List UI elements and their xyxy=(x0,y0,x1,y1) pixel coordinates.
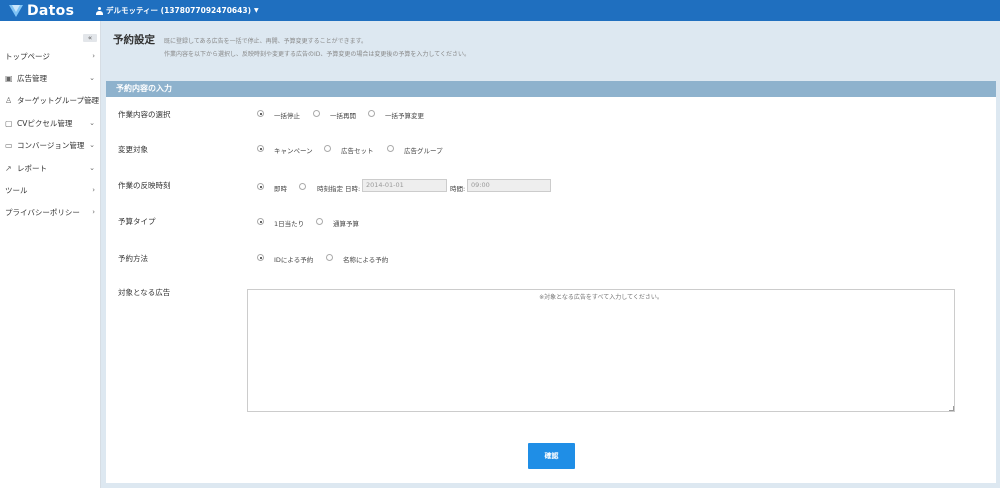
target-radio-campaign[interactable] xyxy=(257,145,264,152)
sidebar-item-top[interactable]: トップページ › xyxy=(0,45,101,67)
page-title: 予約設定 xyxy=(113,34,155,46)
pixel-icon: ▢ xyxy=(5,118,13,128)
chevron-right-icon: › xyxy=(92,52,95,60)
sidebar-item-label: レポート xyxy=(17,163,47,173)
sidebar-item-label: CVピクセル管理 xyxy=(17,118,73,128)
confirm-button[interactable]: 確認 xyxy=(528,443,575,469)
sidebar-item-label: 広告管理 xyxy=(17,73,47,83)
date-input[interactable]: 2014-01-01 xyxy=(362,179,447,192)
target-radio-adgroup[interactable] xyxy=(387,145,394,152)
chevron-down-icon: ⌄ xyxy=(89,119,95,127)
method-option-id[interactable]: IDによる予約 xyxy=(274,254,313,264)
resize-handle-icon[interactable] xyxy=(949,406,954,411)
task-radio-stop[interactable] xyxy=(257,110,264,117)
chart-icon: ↗ xyxy=(5,163,12,173)
sidebar-item-cv-pixel[interactable]: ▢ CVピクセル管理 ⌄ xyxy=(0,112,101,134)
top-bar: Datos デルモッティー (1378077092470643) ▼ xyxy=(0,0,1000,21)
task-label: 作業内容の選択 xyxy=(118,110,171,119)
panel-title: 予約内容の入力 xyxy=(106,81,996,97)
sidebar: « トップページ › ▣ 広告管理 ⌄ ♙ ターゲットグループ管理 ⌄ ▢ CV… xyxy=(0,21,101,488)
sidebar-item-tools[interactable]: ツール › xyxy=(0,179,101,201)
task-option-budget[interactable]: 一括予算変更 xyxy=(385,110,424,120)
timing-option-immediate[interactable]: 即時 xyxy=(274,183,287,193)
budget-option-lifetime[interactable]: 通算予算 xyxy=(333,218,359,228)
target-option-campaign[interactable]: キャンペーン xyxy=(274,145,313,155)
task-radio-resume[interactable] xyxy=(313,110,320,117)
method-option-name[interactable]: 名称による予約 xyxy=(343,254,388,264)
date-label: 日時: xyxy=(345,185,361,193)
budget-type-label: 予算タイプ xyxy=(118,217,156,226)
account-label: デルモッティー (1378077092470643) xyxy=(106,6,252,15)
task-radio-budget[interactable] xyxy=(368,110,375,117)
method-radio-name[interactable] xyxy=(326,254,333,261)
account-menu[interactable]: デルモッティー (1378077092470643) ▼ xyxy=(96,0,259,21)
method-radio-id[interactable] xyxy=(257,254,264,261)
page-description-line1: 既に登録してある広告を一括で停止、再開、予算変更することができます。 xyxy=(164,38,368,45)
target-label: 変更対象 xyxy=(118,145,148,154)
sidebar-item-target-groups[interactable]: ♙ ターゲットグループ管理 ⌄ xyxy=(0,89,101,111)
timing-radio-immediate[interactable] xyxy=(257,183,264,190)
conversion-icon: ▭ xyxy=(5,140,13,150)
budget-radio-daily[interactable] xyxy=(257,218,264,225)
logo-text: Datos xyxy=(27,2,75,19)
sidebar-item-report[interactable]: ↗ レポート ⌄ xyxy=(0,157,101,179)
sidebar-item-label: トップページ xyxy=(5,51,50,61)
budget-radio-lifetime[interactable] xyxy=(316,218,323,225)
logo-icon xyxy=(9,4,23,17)
chevron-down-icon: ⌄ xyxy=(89,141,95,149)
ads-label: 対象となる広告 xyxy=(118,288,171,297)
sidebar-item-label: ターゲットグループ管理 xyxy=(17,95,100,105)
logo[interactable]: Datos xyxy=(9,2,74,19)
timing-label: 作業の反映時刻 xyxy=(118,181,171,190)
time-input[interactable]: 09:00 xyxy=(467,179,551,192)
timing-option-scheduled[interactable]: 時刻指定 xyxy=(317,183,343,193)
target-radio-adset[interactable] xyxy=(324,145,331,152)
chevron-down-icon: ⌄ xyxy=(89,74,95,82)
budget-option-daily[interactable]: 1日当たり xyxy=(274,218,304,228)
task-option-stop[interactable]: 一括停止 xyxy=(274,110,300,120)
reservation-form-panel: 予約内容の入力 作業内容の選択 一括停止 一括再開 一括予算変更 変更対象 キャ… xyxy=(106,81,996,483)
sidebar-item-conversion[interactable]: ▭ コンバージョン管理 ⌄ xyxy=(0,134,101,156)
page-description-line2: 作業内容を以下から選択し、反映時刻や変更する広告のID、予算変更の場合は変更後の… xyxy=(164,51,471,58)
sidebar-item-privacy[interactable]: プライバシーポリシー › xyxy=(0,201,101,223)
chevron-right-icon: › xyxy=(92,208,95,216)
ad-icon: ▣ xyxy=(5,73,13,83)
user-icon xyxy=(96,6,103,15)
sidebar-item-label: ツール xyxy=(5,185,28,195)
sidebar-item-ads[interactable]: ▣ 広告管理 ⌄ xyxy=(0,67,101,89)
task-option-resume[interactable]: 一括再開 xyxy=(330,110,356,120)
timing-radio-scheduled[interactable] xyxy=(299,183,306,190)
method-label: 予約方法 xyxy=(118,254,148,263)
chevron-down-icon: ⌄ xyxy=(89,96,95,104)
time-label: 時間: xyxy=(450,185,466,193)
sidebar-item-label: プライバシーポリシー xyxy=(5,207,80,217)
ads-textarea[interactable] xyxy=(247,289,955,412)
target-option-adset[interactable]: 広告セット xyxy=(341,145,374,155)
chevron-right-icon: › xyxy=(92,186,95,194)
caret-down-icon: ▼ xyxy=(254,7,259,14)
chevron-down-icon: ⌄ xyxy=(89,164,95,172)
sidebar-collapse-button[interactable]: « xyxy=(83,34,97,42)
sidebar-item-label: コンバージョン管理 xyxy=(17,140,85,150)
target-option-adgroup[interactable]: 広告グループ xyxy=(404,145,443,155)
user-outline-icon: ♙ xyxy=(5,95,13,105)
